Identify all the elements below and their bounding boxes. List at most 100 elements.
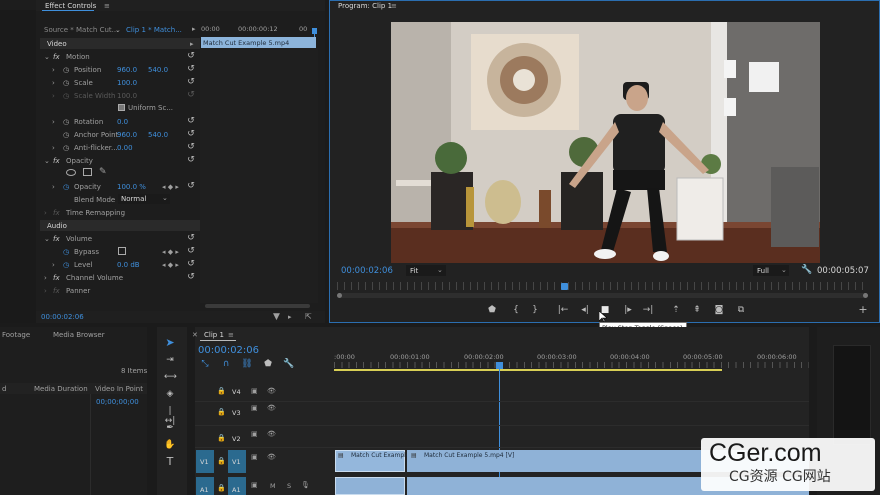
reset-icon[interactable]: ↺ (186, 233, 196, 243)
fx-badge-volume[interactable]: fx (53, 234, 60, 244)
keyframe-nav[interactable]: ◂ ◆ ▸ (162, 247, 179, 257)
mute-button[interactable]: M (270, 481, 276, 491)
tab-footage[interactable]: Footage (2, 330, 30, 340)
pen-tool-icon[interactable]: ✒ (164, 423, 176, 433)
camera-icon[interactable]: ◙ (713, 305, 725, 315)
panel-menu-icon[interactable]: ≡ (228, 330, 234, 340)
lock-icon[interactable]: 🔒 (217, 483, 226, 493)
position-disclosure[interactable]: › (52, 65, 55, 75)
rectangle-mask-icon[interactable] (83, 168, 92, 176)
sync-lock-icon[interactable]: ▣ (251, 386, 258, 396)
panel-menu-icon[interactable]: ≡ (104, 1, 110, 11)
stopwatch-icon[interactable]: ◷ (63, 65, 69, 75)
marker-icon[interactable]: ⬟ (486, 305, 498, 315)
stopwatch-icon[interactable]: ◷ (63, 247, 69, 257)
snap-icon[interactable]: ∩ (220, 359, 232, 369)
keyframe-nav[interactable]: ◂ ◆ ▸ (162, 182, 179, 192)
sync-lock-icon[interactable]: ▣ (251, 452, 258, 462)
stopwatch-icon[interactable]: ◷ (63, 130, 69, 140)
ripple-edit-tool-icon[interactable]: ⟷ (164, 372, 177, 382)
clip-link[interactable]: Clip 1 * Match... (126, 25, 182, 35)
track-select-tool-icon[interactable]: ⇥ (164, 355, 176, 365)
col-duration-label[interactable]: Media Duration (34, 384, 88, 394)
col-name-label[interactable]: d (2, 384, 6, 394)
keyframe-nav[interactable]: ◂ ◆ ▸ (162, 260, 179, 270)
lock-icon[interactable]: 🔒 (217, 456, 226, 466)
level-value[interactable]: 0.0 dB (117, 260, 140, 270)
scrollbar-left-cap[interactable] (337, 293, 342, 298)
wrench-icon[interactable]: 🔧 (801, 265, 812, 275)
stopwatch-icon[interactable]: ◷ (63, 143, 69, 153)
type-tool-icon[interactable]: T (164, 456, 176, 467)
sync-lock-icon[interactable]: ▣ (251, 480, 258, 490)
reset-icon[interactable]: ↺ (186, 64, 196, 74)
play-audio-icon[interactable]: ▸ (288, 312, 292, 322)
close-icon[interactable]: ✕ (192, 330, 198, 340)
eye-icon[interactable]: 👁 (267, 403, 276, 413)
scale-disclosure[interactable]: › (52, 78, 55, 88)
work-area-bar[interactable] (334, 369, 722, 371)
timeline-timecode[interactable]: 00:00:02:06 (198, 345, 259, 357)
stopwatch-icon[interactable]: ◷ (63, 182, 69, 192)
reset-icon[interactable]: ↺ (186, 77, 196, 87)
play-only-audio-icon[interactable]: ▸ (192, 24, 196, 34)
reset-icon[interactable]: ↺ (186, 181, 196, 191)
time-remapping-label[interactable]: Time Remapping (66, 208, 125, 218)
eye-icon[interactable]: 👁 (267, 386, 276, 396)
hand-tool-icon[interactable]: ✋ (164, 440, 176, 450)
flicker-disclosure[interactable]: › (52, 143, 55, 153)
add-marker-icon[interactable]: ⬟ (262, 359, 274, 369)
anchor-y-value[interactable]: 540.0 (148, 130, 168, 140)
level-disclosure[interactable]: › (52, 260, 55, 270)
track-name[interactable]: V4 (232, 387, 241, 397)
program-timecode-left[interactable]: 00:00:02:06 (341, 266, 393, 277)
linked-selection-icon[interactable]: ⛓ (241, 359, 253, 369)
stopwatch-icon[interactable]: ◷ (63, 117, 69, 127)
fx-badge-opacity[interactable]: fx (53, 156, 60, 166)
timeline-ruler-ticks[interactable] (334, 362, 809, 368)
comparison-view-icon[interactable]: ⧉ (735, 305, 747, 315)
reset-icon[interactable]: ↺ (186, 142, 196, 152)
solo-button[interactable]: S (287, 481, 291, 491)
mark-out-icon[interactable]: } (529, 305, 541, 315)
sync-lock-icon[interactable]: ▣ (251, 429, 258, 439)
go-to-in-icon[interactable]: |← (557, 305, 569, 315)
channel-volume-disclosure[interactable]: › (44, 273, 47, 283)
reset-icon[interactable]: ↺ (186, 129, 196, 139)
reset-icon[interactable]: ↺ (186, 272, 196, 282)
anchor-x-value[interactable]: 960.0 (117, 130, 137, 140)
lift-icon[interactable]: ⇡ (670, 305, 682, 315)
lock-icon[interactable]: 🔒 (217, 433, 226, 443)
sync-lock-icon[interactable]: ▣ (251, 403, 258, 413)
position-x-value[interactable]: 960.0 (117, 65, 137, 75)
add-button-icon[interactable]: + (857, 304, 869, 315)
tab-media-browser[interactable]: Media Browser (53, 330, 105, 340)
volume-disclosure[interactable]: ⌄ (44, 234, 50, 244)
rotation-value[interactable]: 0.0 (117, 117, 128, 127)
reset-icon[interactable]: ↺ (186, 155, 196, 165)
eye-icon[interactable]: 👁 (267, 452, 276, 462)
reset-icon[interactable]: ↺ (186, 116, 196, 126)
fx-badge-channel[interactable]: fx (53, 273, 60, 283)
track-name[interactable]: V3 (232, 408, 241, 418)
tab-program[interactable]: Program: Clip 1 (338, 1, 392, 11)
opacity-value[interactable]: 100.0 % (117, 182, 146, 192)
uniform-scale-checkbox[interactable] (118, 104, 125, 111)
bypass-checkbox[interactable] (118, 247, 126, 255)
audio-clip[interactable] (335, 477, 405, 495)
step-back-icon[interactable]: ◂| (579, 305, 591, 315)
selection-tool-icon[interactable]: ➤ (164, 337, 176, 348)
reset-icon[interactable]: ↺ (186, 259, 196, 269)
mark-in-icon[interactable]: { (510, 305, 522, 315)
eye-icon[interactable]: 👁 (267, 429, 276, 439)
pen-mask-icon[interactable]: ✎ (99, 167, 107, 177)
flicker-value[interactable]: 0.00 (117, 143, 133, 153)
lock-icon[interactable]: 🔒 (217, 386, 226, 396)
scale-value[interactable]: 100.0 (117, 78, 137, 88)
ellipse-mask-icon[interactable] (66, 169, 76, 176)
extract-icon[interactable]: ⇞ (691, 305, 703, 315)
motion-disclosure[interactable]: ⌄ (44, 52, 50, 62)
filter-icon[interactable]: ▼ (273, 312, 280, 322)
panner-disclosure[interactable]: › (44, 286, 47, 296)
fx-badge-motion[interactable]: fx (53, 52, 60, 62)
